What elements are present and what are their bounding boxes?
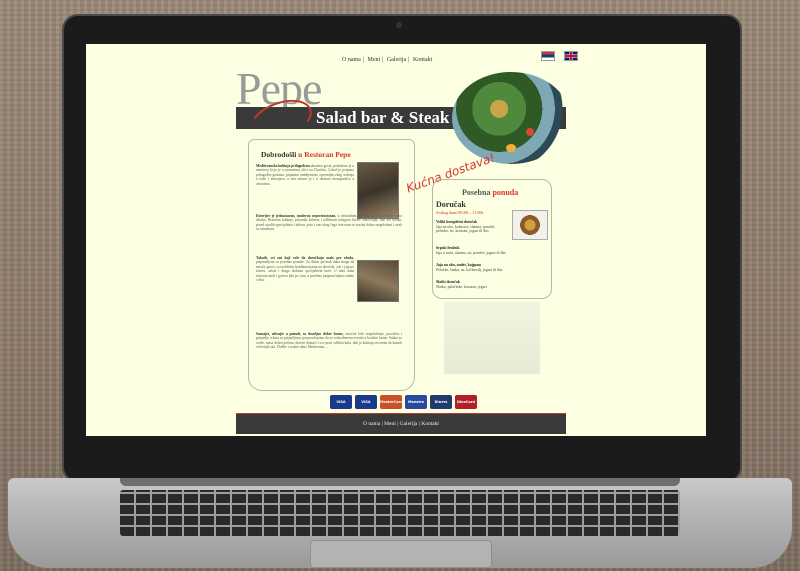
breakfast-hours: Svakog dana 08.00h – 11.00h bbox=[436, 210, 484, 215]
offer-item: Srpski fruštuk Jaja u tostu, slanina, sir… bbox=[436, 246, 506, 255]
trackpad bbox=[310, 540, 492, 568]
camera-icon bbox=[396, 22, 402, 28]
welcome-paragraph-3: Takođe, svi oni koji vole da doručkuju m… bbox=[256, 256, 354, 283]
welcome-title: Dobrodošli u Restoran Pepe bbox=[261, 150, 351, 159]
laptop-hinge bbox=[120, 478, 680, 486]
visa-card-icon: VISA bbox=[330, 395, 352, 409]
top-nav: O nama | Meni | Galerija | Kontakt bbox=[342, 57, 433, 63]
offer-item: Veliki kompletni doručak Jaja na oko, kob… bbox=[436, 220, 496, 234]
nav-link-menu[interactable]: Meni bbox=[368, 57, 381, 63]
keyboard-rows bbox=[120, 490, 680, 536]
maestro-card-icon: Maestro bbox=[405, 395, 427, 409]
diners-card-icon: Diners bbox=[430, 395, 452, 409]
nav-link-gallery[interactable]: Galerija bbox=[387, 57, 406, 63]
special-offer-title: Posebna ponuda bbox=[462, 188, 519, 197]
chef-photo bbox=[444, 302, 540, 374]
dinacard-icon: DinaCard bbox=[455, 395, 477, 409]
laptop-screen: O nama | Meni | Galerija | Kontakt Pepe Sal… bbox=[86, 44, 706, 436]
tomato-image bbox=[526, 128, 534, 136]
english-flag-icon[interactable] bbox=[564, 51, 578, 61]
welcome-paragraph-2: Enterijer je jednostavan, moderno nepret… bbox=[256, 214, 402, 232]
breakfast-photo bbox=[512, 210, 548, 240]
footer-link-about[interactable]: O nama bbox=[363, 421, 380, 427]
welcome-paragraph-4: Saznajte, uživajte u ponudi, sa dovoljno… bbox=[256, 332, 402, 350]
footer-bar: O nama | Meni | Galerija | Kontakt bbox=[236, 413, 566, 434]
payment-cards: VISAVISA ElectronMasterCardMaestroDiners… bbox=[330, 395, 480, 418]
footer-link-menu[interactable]: Meni bbox=[384, 421, 396, 427]
pepper-image bbox=[506, 144, 516, 152]
visa-electron-card-icon: VISA Electron bbox=[355, 395, 377, 418]
welcome-paragraph-1: Mediteranska kuhinja prilagođena ukusima… bbox=[256, 164, 355, 186]
mastercard-icon: MasterCard bbox=[380, 395, 403, 409]
footer-nav: O nama | Meni | Galerija | Kontakt bbox=[363, 421, 439, 427]
language-switcher bbox=[536, 48, 578, 66]
restaurant-photo bbox=[357, 162, 399, 219]
offer-item: Slatki doručak Slatko, palačinke, kroasan… bbox=[436, 280, 487, 289]
nav-link-about[interactable]: O nama bbox=[342, 57, 361, 63]
nav-link-contact[interactable]: Kontakt bbox=[413, 57, 432, 63]
footer-link-contact[interactable]: Kontakt bbox=[421, 421, 439, 427]
offer-item: Jaja na oko, omlet, kajgana Pečurke, šunk… bbox=[436, 263, 503, 272]
serbian-flag-icon[interactable] bbox=[541, 51, 555, 61]
breakfast-title: Doručak bbox=[436, 200, 466, 209]
footer-link-gallery[interactable]: Galerija bbox=[400, 421, 418, 427]
interior-photo bbox=[357, 260, 399, 302]
